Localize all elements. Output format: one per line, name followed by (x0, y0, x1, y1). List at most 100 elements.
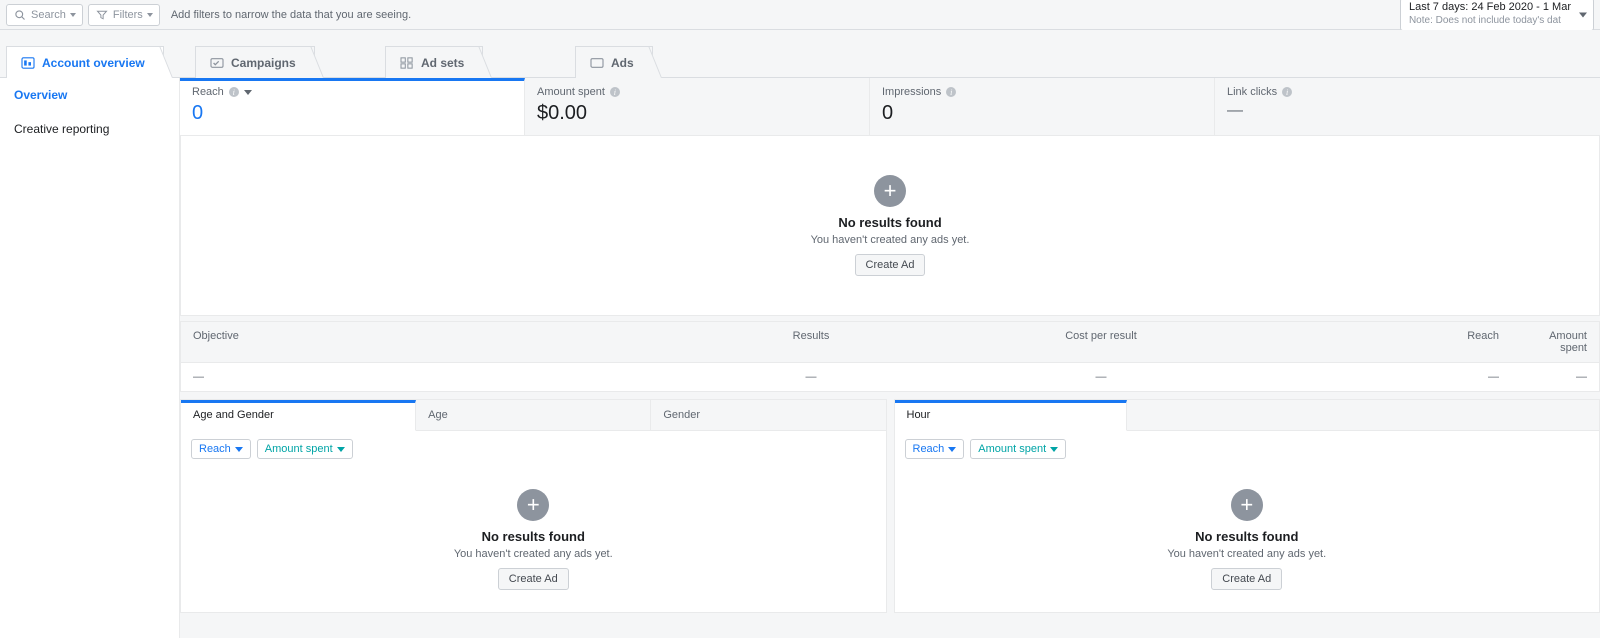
main-area: Overview Creative reporting Reach i 0 Am… (0, 78, 1600, 638)
empty-title: No results found (1167, 529, 1326, 544)
info-icon: i (229, 87, 239, 97)
filters-button[interactable]: Filters (88, 4, 160, 26)
metric-link-clicks[interactable]: Link clicks i — (1215, 78, 1600, 135)
pill-label: Reach (199, 443, 231, 455)
panel-filters: Reach Amount spent (895, 431, 1600, 467)
table-head: Objective Results Cost per result Reach … (181, 322, 1599, 363)
pill-reach[interactable]: Reach (191, 439, 251, 459)
filters-label: Filters (113, 9, 143, 21)
tab-campaigns[interactable]: Campaigns (195, 46, 315, 78)
pill-label: Amount spent (978, 443, 1046, 455)
ads-icon (590, 57, 604, 69)
caret-down-icon (1579, 12, 1587, 17)
toolbar-left: Search Filters Add filters to narrow the… (6, 4, 411, 26)
caret-down-icon (70, 13, 76, 17)
th-reach: Reach (1241, 322, 1511, 362)
caret-down-icon (244, 90, 252, 95)
ptab-age-gender[interactable]: Age and Gender (181, 400, 416, 431)
pill-label: Reach (913, 443, 945, 455)
info-icon: i (1282, 87, 1292, 97)
pill-reach[interactable]: Reach (905, 439, 965, 459)
panel-tabs: Hour (895, 400, 1600, 431)
empty-sub: You haven't created any ads yet. (454, 548, 613, 560)
table-row: — — — — — (181, 363, 1599, 391)
empty-sub: You haven't created any ads yet. (811, 234, 970, 246)
empty-state: + No results found You haven't created a… (811, 175, 970, 276)
empty-state: + No results found You haven't created a… (1167, 489, 1326, 590)
td-reach: — (1241, 363, 1511, 391)
toolbar-hint: Add filters to narrow the data that you … (171, 9, 411, 21)
panel-demographics: Age and Gender Age Gender Reach Amount s… (180, 399, 887, 613)
sidebar-item-overview[interactable]: Overview (0, 78, 179, 112)
create-ad-button[interactable]: Create Ad (498, 568, 569, 590)
date-range-picker[interactable]: Last 7 days: 24 Feb 2020 - 1 Mar Note: D… (1400, 0, 1594, 31)
tab-ads[interactable]: Ads (575, 46, 653, 78)
caret-down-icon (1050, 447, 1058, 452)
metric-amount-spent[interactable]: Amount spent i $0.00 (525, 78, 870, 135)
th-results: Results (661, 322, 961, 362)
create-ad-button[interactable]: Create Ad (855, 254, 926, 276)
tab-account-overview[interactable]: Account overview (6, 46, 164, 78)
date-range-line2: Note: Does not include today's dat (1409, 15, 1571, 28)
sidebar-item-creative-reporting[interactable]: Creative reporting (0, 112, 179, 146)
tab-label: Campaigns (231, 56, 296, 70)
th-spent: Amount spent (1511, 322, 1599, 362)
search-label: Search (31, 9, 66, 21)
filter-icon (95, 9, 109, 21)
metric-value: $0.00 (537, 102, 857, 125)
tab-label: Account overview (42, 56, 145, 70)
panel-body: + No results found You haven't created a… (181, 467, 886, 612)
panel-body: + No results found You haven't created a… (895, 467, 1600, 612)
td-objective: — (181, 363, 661, 391)
campaigns-icon (210, 57, 224, 69)
ptab-hour-empty (1127, 400, 1599, 431)
panel-tabs: Age and Gender Age Gender (181, 400, 886, 431)
ptab-hour[interactable]: Hour (895, 400, 1127, 431)
tab-label: Ads (611, 56, 634, 70)
panel-filters: Reach Amount spent (181, 431, 886, 467)
info-icon: i (946, 87, 956, 97)
results-table: Objective Results Cost per result Reach … (180, 321, 1600, 392)
content: Reach i 0 Amount spent i $0.00 Impressio… (180, 78, 1600, 638)
empty-state: + No results found You haven't created a… (454, 489, 613, 590)
td-results: — (661, 363, 961, 391)
caret-down-icon (337, 447, 345, 452)
date-range-line1: Last 7 days: 24 Feb 2020 - 1 Mar (1409, 1, 1571, 15)
pill-amount-spent[interactable]: Amount spent (257, 439, 353, 459)
metric-label-text: Impressions (882, 86, 941, 98)
pill-label: Amount spent (265, 443, 333, 455)
tab-adsets[interactable]: Ad sets (385, 46, 483, 78)
metric-label-text: Link clicks (1227, 86, 1277, 98)
metric-value: 0 (882, 102, 1202, 125)
main-tabs: Account overview Campaigns Ad sets Ads (0, 30, 1600, 78)
toolbar-right: Last 7 days: 24 Feb 2020 - 1 Mar Note: D… (1400, 0, 1594, 31)
overview-icon (21, 57, 35, 69)
panel-hour: Hour Reach Amount spent + (894, 399, 1600, 613)
search-button[interactable]: Search (6, 4, 83, 26)
td-spent: — (1511, 363, 1599, 391)
metric-label-text: Amount spent (537, 86, 605, 98)
sidebar: Overview Creative reporting (0, 78, 180, 638)
metrics-row: Reach i 0 Amount spent i $0.00 Impressio… (180, 78, 1600, 136)
tab-label: Ad sets (421, 56, 464, 70)
th-objective: Objective (181, 322, 661, 362)
caret-down-icon (147, 13, 153, 17)
plus-icon: + (1231, 489, 1263, 521)
bottom-panels: Age and Gender Age Gender Reach Amount s… (180, 399, 1600, 613)
ptab-gender[interactable]: Gender (651, 400, 885, 431)
metric-impressions[interactable]: Impressions i 0 (870, 78, 1215, 135)
metric-label-text: Reach (192, 86, 224, 98)
empty-title: No results found (454, 529, 613, 544)
create-ad-button[interactable]: Create Ad (1211, 568, 1282, 590)
ptab-age[interactable]: Age (416, 400, 651, 431)
metric-reach[interactable]: Reach i 0 (180, 78, 525, 135)
pill-amount-spent[interactable]: Amount spent (970, 439, 1066, 459)
caret-down-icon (235, 447, 243, 452)
empty-title: No results found (811, 215, 970, 230)
td-cost: — (961, 363, 1241, 391)
plus-icon: + (874, 175, 906, 207)
info-icon: i (610, 87, 620, 97)
main-chart-panel: + No results found You haven't created a… (180, 136, 1600, 316)
top-toolbar: Search Filters Add filters to narrow the… (0, 0, 1600, 30)
adsets-icon (400, 57, 414, 69)
